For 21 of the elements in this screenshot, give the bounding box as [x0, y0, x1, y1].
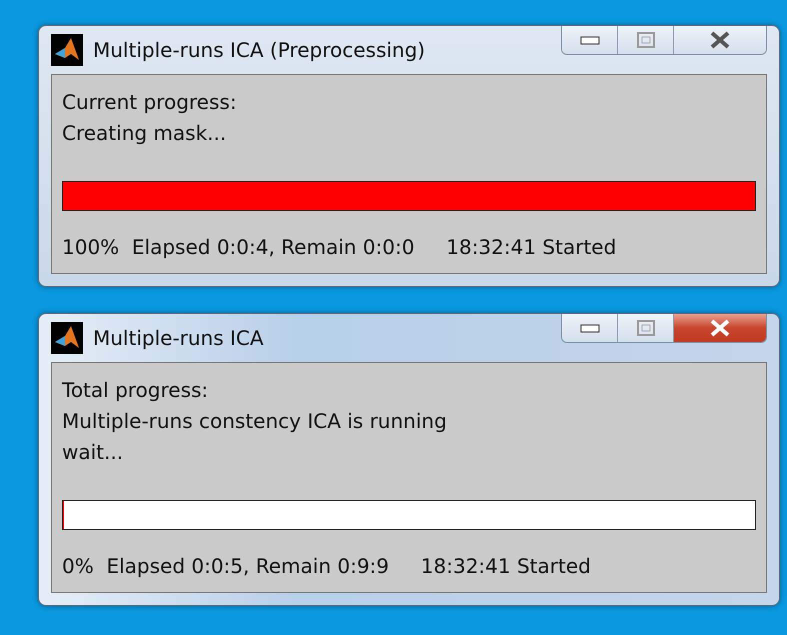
close-icon [709, 319, 731, 337]
window-title: Multiple-runs ICA [93, 326, 265, 350]
minimize-button[interactable] [562, 26, 618, 54]
message-text: Multiple-runs constency ICA is running [62, 408, 448, 435]
close-button[interactable] [674, 314, 766, 342]
maximize-icon [636, 32, 654, 48]
app-logo-icon [51, 322, 83, 354]
close-button[interactable] [674, 26, 766, 54]
maximize-icon [636, 320, 654, 336]
minimize-button[interactable] [562, 314, 618, 342]
status-text: 100% Elapsed 0:0:4, Remain 0:0:0 18:32:41 Started [62, 235, 618, 259]
close-icon [709, 31, 731, 49]
minimize-icon [580, 324, 600, 332]
message-text: wait... [62, 439, 124, 466]
app-logo-icon [51, 34, 83, 66]
message-text: Current progress: [62, 89, 238, 116]
message-text: Total progress: [62, 377, 210, 404]
status-text: 0% Elapsed 0:0:5, Remain 0:9:9 18:32:41 Started [62, 554, 592, 578]
minimize-icon [580, 36, 600, 44]
message-text: Creating mask... [62, 120, 228, 147]
window-title: Multiple-runs ICA (Preprocessing) [93, 38, 426, 62]
